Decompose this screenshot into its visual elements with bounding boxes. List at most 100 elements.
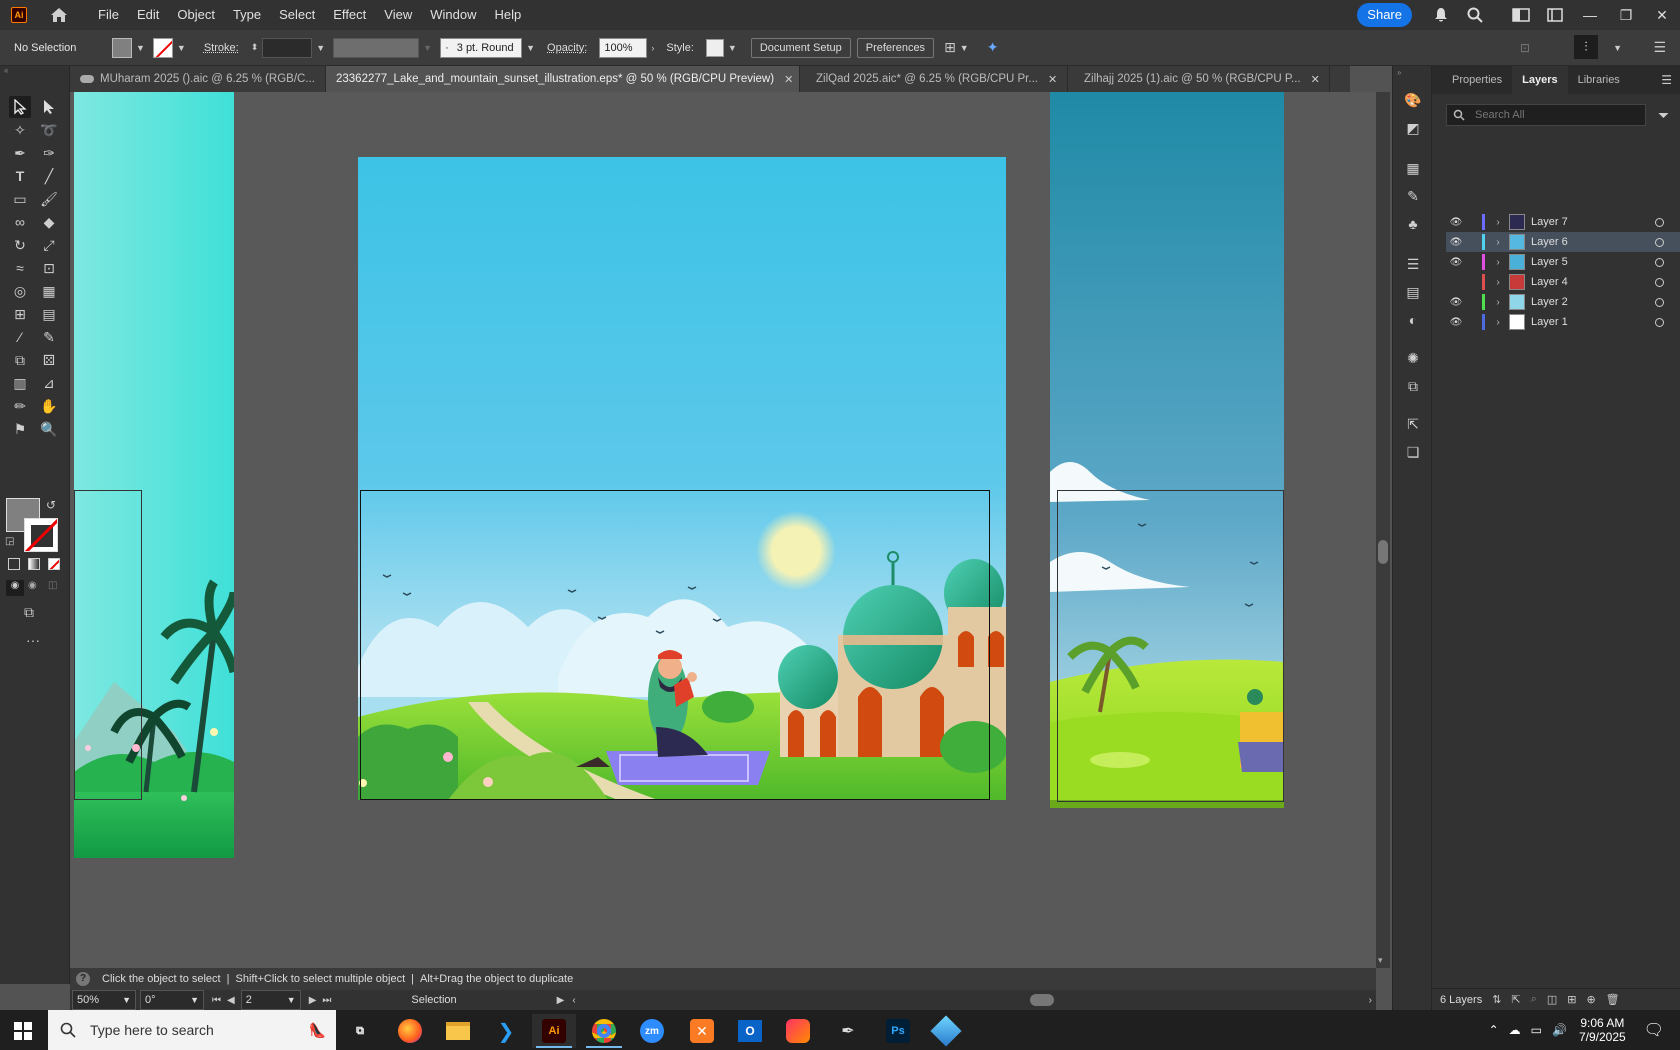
color-mode-icon[interactable] <box>8 558 20 570</box>
expand-layer-icon[interactable]: › <box>1489 277 1507 288</box>
layer-row[interactable]: › Layer 4 <box>1446 272 1680 292</box>
menu-select[interactable]: Select <box>270 0 324 30</box>
tab-lake-mountain[interactable]: 23362277_Lake_and_mountain_sunset_illust… <box>326 66 800 92</box>
menu-effect[interactable]: Effect <box>324 0 375 30</box>
magic-wand-tool-icon[interactable]: ✧ <box>9 119 31 141</box>
tab-properties[interactable]: Properties <box>1442 66 1512 94</box>
layer-target-icon[interactable] <box>1655 317 1664 327</box>
layer-target-icon[interactable] <box>1655 297 1664 307</box>
layer-name[interactable]: Layer 2 <box>1531 296 1631 308</box>
draw-inside-icon[interactable]: ◫ <box>48 580 57 591</box>
blend-tool-icon[interactable]: ⧉ <box>9 349 31 371</box>
fill-swatch[interactable]: ▼ <box>112 37 145 58</box>
direct-selection-tool-icon[interactable] <box>38 96 60 118</box>
help-icon[interactable]: ? <box>76 972 90 986</box>
type-tool-icon[interactable]: T <box>9 165 31 187</box>
mesh-tool-icon[interactable]: ⊞ <box>9 303 31 325</box>
first-artboard-icon[interactable]: ⏮ <box>212 995 221 1006</box>
discover-icon[interactable]: ✦ <box>987 39 999 56</box>
expand-layer-icon[interactable]: › <box>1489 257 1507 268</box>
clock[interactable]: 9:06 AM 7/9/2025 <box>1579 1016 1626 1044</box>
layer-target-icon[interactable] <box>1655 237 1664 247</box>
status-menu-icon[interactable]: ▶ <box>557 995 565 1006</box>
opacity-field[interactable]: 100% › <box>599 37 654 58</box>
export-icon[interactable]: ⇅ <box>1492 993 1501 1006</box>
network-icon[interactable]: ▭ <box>1531 1023 1542 1037</box>
vscode-icon[interactable]: ❯ <box>484 1014 528 1048</box>
graphic-styles-panel-icon[interactable]: ⧉ <box>1403 376 1423 396</box>
menu-help[interactable]: Help <box>485 0 530 30</box>
brush-definition[interactable]: · 3 pt. Round ▼ <box>440 37 535 58</box>
layer-name[interactable]: Layer 4 <box>1531 276 1631 288</box>
stroke-panel-icon[interactable]: ☰ <box>1403 254 1423 274</box>
paintbrush-tool-icon[interactable]: 🖌 <box>38 188 60 210</box>
home-icon[interactable] <box>49 6 69 24</box>
firefox-icon[interactable] <box>388 1014 432 1048</box>
opacity-value[interactable]: 100% <box>599 37 648 58</box>
photoshop-icon[interactable]: Ps <box>876 1014 920 1048</box>
volume-icon[interactable]: 🔊 <box>1552 1023 1567 1037</box>
align-panel-icon[interactable]: ⊡ <box>1520 41 1530 55</box>
brushes-panel-icon[interactable]: ✎ <box>1403 186 1423 206</box>
file-explorer-icon[interactable] <box>436 1014 480 1048</box>
close-tab-icon[interactable]: ✕ <box>1311 73 1320 86</box>
rectangle-tool-icon[interactable]: ▭ <box>9 188 31 210</box>
previous-artboard-icon[interactable]: ◀ <box>227 995 235 1006</box>
close-tab-icon[interactable]: ✕ <box>1048 73 1057 86</box>
measure-tool-icon[interactable]: ✎ <box>38 326 60 348</box>
rotation-field[interactable]: 0° ▼ <box>140 990 204 1010</box>
layer-row[interactable]: 👁 › Layer 2 <box>1446 292 1680 312</box>
artboard-right[interactable] <box>1050 92 1284 808</box>
zoom-icon[interactable]: zm <box>630 1014 674 1048</box>
windows-start-icon[interactable] <box>14 1022 32 1043</box>
transparency-panel-icon[interactable]: ◐ <box>1403 310 1423 330</box>
artboard-field[interactable]: 2 ▼ <box>240 990 301 1010</box>
rotate-tool-icon[interactable]: ↻ <box>9 234 31 256</box>
layer-target-icon[interactable] <box>1655 257 1664 267</box>
chrome-icon[interactable] <box>582 1014 626 1048</box>
collect-export-icon[interactable]: ⇱ <box>1511 993 1520 1006</box>
illustrator-taskbar-icon[interactable]: Ai <box>532 1014 576 1048</box>
layer-name[interactable]: Layer 1 <box>1531 316 1631 328</box>
selection-tool-icon[interactable] <box>9 96 31 118</box>
clipping-mask-icon[interactable]: ◫ <box>1547 993 1557 1006</box>
bell-icon[interactable] <box>1430 4 1452 26</box>
next-artboard-icon[interactable]: ▶ <box>309 995 317 1006</box>
curvature-tool-icon[interactable]: ✑ <box>38 142 60 164</box>
illustrator-logo-icon[interactable]: Ai <box>11 7 27 23</box>
visibility-eye-icon[interactable]: 👁 <box>1446 317 1466 328</box>
vertical-scrollbar[interactable]: ▾ <box>1376 92 1390 968</box>
layer-target-icon[interactable] <box>1655 277 1664 287</box>
pen-app-icon[interactable]: ✒ <box>826 1014 870 1048</box>
layers-search-input[interactable]: Search All <box>1446 104 1646 126</box>
xampp-icon[interactable]: ✕ <box>680 1014 724 1048</box>
layer-name[interactable]: Layer 6 <box>1531 236 1631 248</box>
gradient-tool-icon[interactable]: ▤ <box>38 303 60 325</box>
artboards-panel-icon[interactable]: ❏ <box>1403 442 1423 462</box>
layer-target-icon[interactable] <box>1655 217 1664 227</box>
gradient-mode-icon[interactable] <box>28 558 40 570</box>
expand-layer-icon[interactable]: › <box>1489 217 1507 228</box>
stroke-color-swatch[interactable] <box>24 518 58 552</box>
tab-zilqad[interactable]: ZilQad 2025.aic* @ 6.25 % (RGB/CPU Pr...… <box>800 66 1068 92</box>
symbol-sprayer-tool-icon[interactable]: ⚄ <box>38 349 60 371</box>
swap-fill-stroke-icon[interactable]: ↺ <box>46 498 56 512</box>
swatches-panel-icon[interactable]: ▦ <box>1403 158 1423 178</box>
outlook-icon[interactable]: O <box>728 1014 772 1048</box>
layer-row[interactable]: 👁 › Layer 7 <box>1446 212 1680 232</box>
collapse-strip-icon[interactable]: » <box>1397 68 1401 77</box>
appearance-panel-icon[interactable]: ✺ <box>1403 348 1423 368</box>
layer-row[interactable]: 👁 › Layer 1 <box>1446 312 1680 332</box>
new-sublayer-icon[interactable]: ⊞ <box>1567 993 1576 1006</box>
stroke-weight-stepper[interactable]: ⬍ ▼ <box>251 37 325 58</box>
onedrive-icon[interactable]: ☁ <box>1509 1023 1521 1037</box>
menu-file[interactable]: File <box>89 0 128 30</box>
tab-muharam[interactable]: MUharam 2025 ().aic @ 6.25 % (RGB/C... <box>70 66 326 92</box>
color-panel-icon[interactable]: 🎨 <box>1403 90 1423 110</box>
symbols-panel-icon[interactable]: ♣ <box>1403 214 1423 234</box>
layer-name[interactable]: Layer 5 <box>1531 256 1631 268</box>
eyedropper-tool-icon[interactable]: ⁄ <box>9 326 31 348</box>
draw-behind-icon[interactable]: ◉ <box>28 580 37 591</box>
last-artboard-icon[interactable]: ⏭ <box>322 995 331 1006</box>
hand-tool-icon[interactable]: ✋ <box>38 395 60 417</box>
